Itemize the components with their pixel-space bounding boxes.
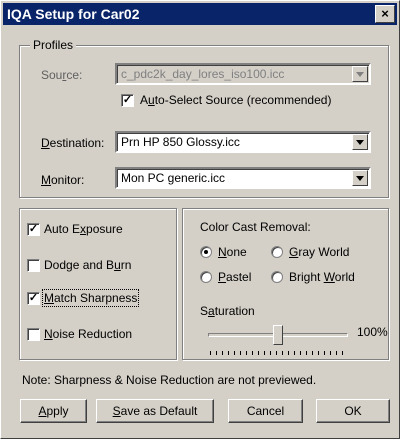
chevron-down-icon[interactable] bbox=[352, 170, 368, 186]
source-dropdown[interactable]: c_pdc2k_day_lores_iso100.icc bbox=[115, 63, 371, 85]
radio-gray-world-label[interactable]: Gray World bbox=[289, 245, 349, 259]
destination-label: Destination: bbox=[41, 136, 105, 150]
close-button[interactable]: × bbox=[375, 5, 395, 23]
auto-select-label[interactable]: Auto-Select Source (recommended) bbox=[140, 93, 331, 107]
destination-value: Prn HP 850 Glossy.icc bbox=[121, 135, 240, 149]
radio-pastel[interactable] bbox=[200, 271, 212, 283]
noise-reduction-label[interactable]: Noise Reduction bbox=[44, 327, 132, 341]
source-label: Source: bbox=[41, 68, 83, 82]
dialog-window: IQA Setup for Car02 × Profiles Source: c… bbox=[0, 0, 400, 439]
color-cast-panel: Color Cast Removal: None Gray World Past… bbox=[182, 208, 389, 360]
title-bar[interactable]: IQA Setup for Car02 × bbox=[3, 3, 397, 25]
radio-gray-world[interactable] bbox=[271, 246, 283, 258]
radio-pastel-label[interactable]: Pastel bbox=[218, 270, 251, 284]
apply-button[interactable]: Apply bbox=[20, 399, 87, 423]
radio-none-label[interactable]: None bbox=[218, 245, 247, 259]
auto-select-checkbox[interactable]: ✓ bbox=[121, 94, 134, 107]
auto-exposure-checkbox[interactable]: ✓ bbox=[27, 223, 40, 236]
saturation-value: 100% bbox=[357, 325, 388, 339]
monitor-value: Mon PC generic.icc bbox=[121, 171, 226, 185]
monitor-label: Monitor: bbox=[41, 173, 85, 187]
color-cast-title: Color Cast Removal: bbox=[200, 220, 311, 234]
chevron-down-icon[interactable] bbox=[352, 134, 368, 150]
radio-bright-world-label[interactable]: Bright World bbox=[289, 270, 355, 284]
match-sharpness-label[interactable]: Match Sharpness bbox=[41, 289, 140, 307]
source-value: c_pdc2k_day_lores_iso100.icc bbox=[121, 67, 285, 81]
window-title: IQA Setup for Car02 bbox=[7, 6, 140, 22]
dodge-burn-label[interactable]: Dodge and Burn bbox=[44, 258, 131, 272]
cancel-button[interactable]: Cancel bbox=[228, 399, 303, 423]
radio-none[interactable] bbox=[200, 246, 212, 258]
save-as-default-button[interactable]: Save as Default bbox=[96, 399, 214, 423]
saturation-slider-ticks bbox=[210, 351, 344, 355]
dodge-burn-checkbox[interactable] bbox=[27, 259, 40, 272]
saturation-label: Saturation bbox=[200, 304, 255, 318]
auto-exposure-label[interactable]: Auto Exposure bbox=[44, 222, 123, 236]
ok-button[interactable]: OK bbox=[316, 399, 390, 423]
radio-bright-world[interactable] bbox=[271, 271, 283, 283]
match-sharpness-checkbox[interactable]: ✓ bbox=[27, 292, 40, 305]
destination-dropdown[interactable]: Prn HP 850 Glossy.icc bbox=[115, 131, 371, 153]
note-text: Note: Sharpness & Noise Reduction are no… bbox=[22, 373, 317, 387]
noise-reduction-checkbox[interactable] bbox=[27, 328, 40, 341]
saturation-slider-thumb[interactable] bbox=[273, 325, 283, 345]
profiles-group: Profiles Source: c_pdc2k_day_lores_iso10… bbox=[19, 38, 389, 198]
chevron-down-icon[interactable] bbox=[352, 66, 368, 82]
options-panel: ✓ Auto Exposure Dodge and Burn ✓ Match S… bbox=[19, 208, 177, 360]
profiles-group-title: Profiles bbox=[30, 38, 77, 52]
monitor-dropdown[interactable]: Mon PC generic.icc bbox=[115, 167, 371, 189]
